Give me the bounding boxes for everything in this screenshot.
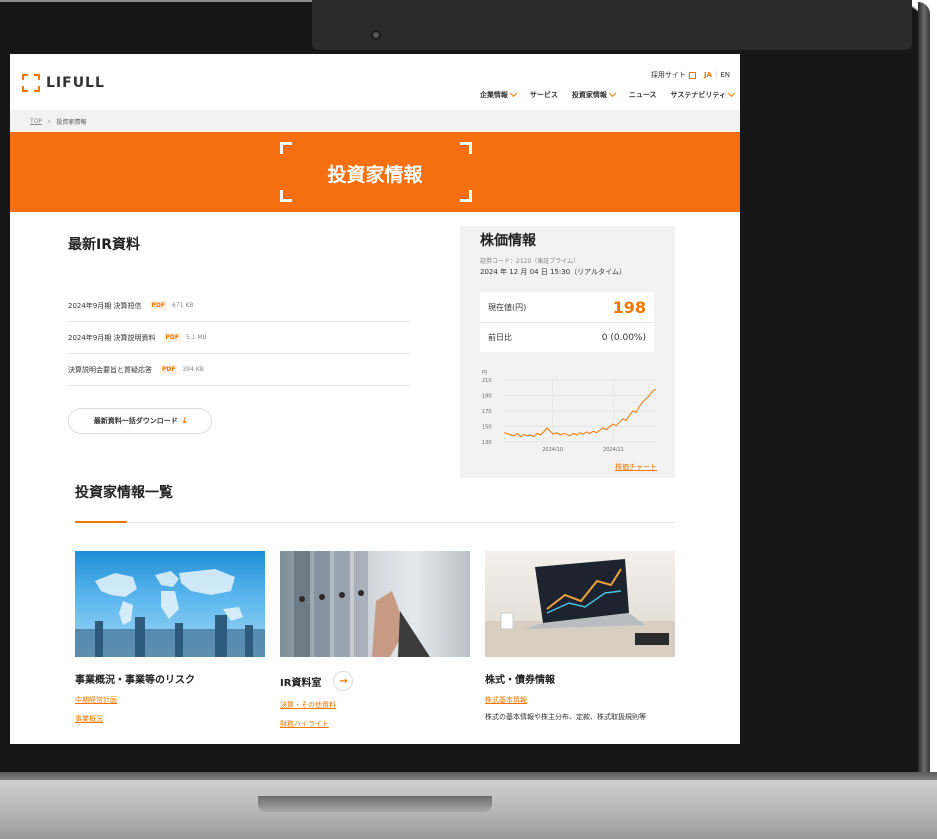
recruit-link[interactable]: 採用サイト	[651, 70, 686, 80]
top-utility-nav: 採用サイト JA | EN	[651, 70, 730, 80]
current-price-value: 198	[612, 297, 646, 317]
card-link[interactable]: 決算・その他資料	[280, 700, 470, 710]
nav-label: サステナビリティ	[670, 91, 726, 99]
x-tick-label: 2024/10	[542, 447, 563, 453]
ir-section-title: 最新IR資料	[68, 237, 140, 253]
card-title: 株式・債券情報	[485, 675, 555, 686]
nav-label: サービス	[529, 91, 558, 99]
y-tick-label: 150	[482, 425, 492, 431]
y-tick-label: 130	[482, 440, 492, 446]
pdf-badge: PDF	[163, 333, 181, 342]
chevron-down-icon	[509, 89, 517, 98]
stock-title: 株価情報	[480, 233, 536, 249]
document-label: 2024年9月期 決算短信	[68, 301, 142, 310]
nav-sustainability[interactable]: サステナビリティ	[670, 89, 736, 100]
card-link[interactable]: 財務ハイライト	[280, 719, 470, 729]
stock-panel: 株価情報 証券コード：2120（東証プライム） 2024 年 12 月 04 日…	[460, 226, 675, 478]
price-series-line	[503, 388, 657, 438]
stock-code: 証券コード：2120（東証プライム）	[480, 258, 580, 265]
download-icon: ⤓	[182, 416, 187, 425]
y-axis-unit: 円	[482, 370, 487, 376]
list-item[interactable]: 決算説明会要旨と質疑応答 PDF 394 KB	[68, 354, 410, 386]
nav-investor[interactable]: 投資家情報	[571, 89, 616, 100]
list-item[interactable]: 2024年9月期 決算短信 PDF 671 KB	[68, 290, 410, 322]
external-link-icon	[688, 71, 696, 79]
price-table: 現在値(円) 198 前日比 0 (0.00%)	[480, 292, 654, 352]
y-tick-label: 210	[482, 378, 492, 384]
pdf-badge: PDF	[160, 365, 178, 374]
breadcrumb-home[interactable]: TOP	[30, 118, 42, 125]
ir-document-list: 2024年9月期 決算短信 PDF 671 KB 2024年9月期 決算説明資料…	[68, 290, 410, 386]
logo-mark-icon	[22, 74, 40, 92]
section-divider-accent	[75, 521, 127, 523]
bracket-decoration	[460, 142, 472, 154]
change-value: 0 (0.00%)	[601, 332, 646, 343]
bracket-decoration	[460, 190, 472, 202]
list-item[interactable]: 2024年9月期 決算説明資料 PDF 5.1 MB	[68, 322, 410, 354]
chevron-down-icon	[608, 89, 616, 98]
breadcrumb-current: 投資家情報	[56, 118, 87, 126]
bracket-decoration	[280, 190, 292, 202]
nav-service[interactable]: サービス	[530, 90, 558, 100]
card-link[interactable]: 事業概況	[75, 714, 265, 724]
card-link[interactable]: 中期経営計画	[75, 695, 265, 705]
nav-label: 投資家情報	[571, 91, 607, 99]
change-row: 前日比 0 (0.00%)	[480, 322, 654, 352]
hero-banner: 投資家情報	[10, 132, 740, 212]
lang-divider: |	[714, 71, 718, 79]
card-title: IR資料室 →	[280, 671, 470, 691]
section-divider	[75, 522, 675, 523]
card-ir-library[interactable]: IR資料室 → 決算・その他資料 財務ハイライト	[280, 551, 470, 729]
site-header: LIFULL 採用サイト JA | EN 企業情報 サービス 投資家情報 ニュー…	[10, 54, 740, 110]
download-button-label: 最新資料一括ダウンロード	[93, 417, 178, 425]
file-size: 394 KB	[182, 366, 204, 373]
chevron-down-icon	[727, 89, 736, 98]
laptop-hinge	[258, 796, 492, 812]
laptop-notch	[312, 0, 912, 50]
stock-chart: 円 210 190 170 150 130 2024/10 2024/11	[482, 370, 657, 453]
x-tick-label: 2024/11	[603, 447, 624, 453]
file-size: 671 KB	[171, 302, 194, 309]
card-business-overview[interactable]: 事業概況・事業等のリスク 中期経営計画 事業概況	[75, 551, 265, 724]
file-size: 5.1 MB	[185, 334, 207, 341]
breadcrumb: TOP › 投資家情報	[10, 110, 740, 132]
card-title-text: IR資料室	[280, 677, 322, 689]
logo-text: LIFULL	[46, 75, 105, 91]
bracket-decoration	[280, 142, 292, 154]
page-title: 投資家情報	[327, 164, 423, 186]
current-price-row: 現在値(円) 198	[480, 292, 654, 322]
breadcrumb-arrow-icon: ›	[48, 117, 51, 125]
card-title: 事業概況・事業等のリスク	[75, 675, 195, 686]
binders-image	[280, 551, 470, 657]
pdf-badge: PDF	[149, 301, 167, 310]
stock-chart-link[interactable]: 株価チャート	[615, 462, 657, 472]
nav-company[interactable]: 企業情報	[479, 89, 517, 100]
main-nav: 企業情報 サービス 投資家情報 ニュース サステナビリティ	[466, 89, 736, 100]
card-stock-bond-info[interactable]: 株式・債券情報 株式基本情報 株式の基本情報や株主分布、定款、株式取扱規則等	[485, 551, 675, 723]
investor-list-title: 投資家情報一覧	[75, 485, 173, 501]
nav-news[interactable]: ニュース	[629, 90, 657, 100]
document-label: 決算説明会要旨と質疑応答	[68, 365, 152, 374]
stock-timestamp: 2024 年 12 月 04 日 15:30（リアルタイム）	[480, 268, 626, 276]
browser-screen: LIFULL 採用サイト JA | EN 企業情報 サービス 投資家情報 ニュー…	[10, 54, 740, 744]
world-map-image	[75, 551, 265, 657]
y-tick-label: 170	[482, 409, 492, 415]
card-link[interactable]: 株式基本情報	[485, 695, 675, 705]
y-tick-label: 190	[482, 394, 492, 400]
card-description: 株式の基本情報や株主分布、定款、株式取扱規則等	[485, 713, 646, 721]
arrow-right-icon[interactable]: →	[333, 671, 354, 691]
change-label: 前日比	[488, 333, 512, 342]
bulk-download-button[interactable]: 最新資料一括ダウンロード ⤓	[68, 408, 212, 434]
nav-label: 企業情報	[479, 91, 508, 99]
laptop: LIFULL 採用サイト JA | EN 企業情報 サービス 投資家情報 ニュー…	[0, 0, 937, 839]
current-price-label: 現在値(円)	[488, 302, 527, 312]
nav-label: ニュース	[628, 91, 657, 99]
lang-en-link[interactable]: EN	[720, 71, 730, 79]
lang-ja-link[interactable]: JA	[704, 71, 712, 79]
camera-icon	[371, 30, 381, 40]
document-label: 2024年9月期 決算説明資料	[68, 333, 156, 342]
lifull-logo[interactable]: LIFULL	[22, 74, 105, 92]
laptop-chart-image	[485, 551, 675, 657]
